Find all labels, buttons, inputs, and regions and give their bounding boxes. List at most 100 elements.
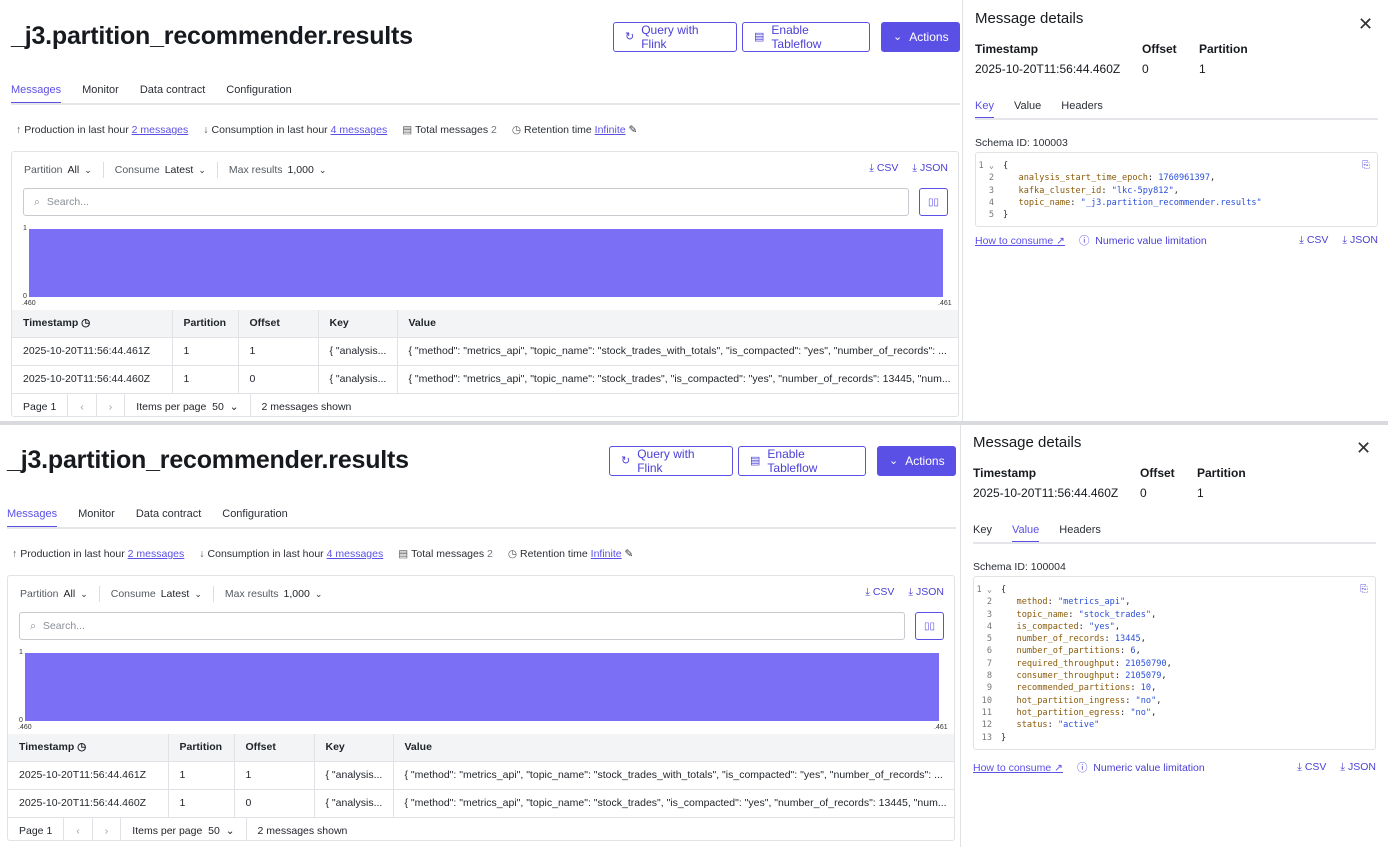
search-input[interactable]: ⌕ Search...: [23, 188, 909, 216]
download-icon: ⤓: [908, 586, 914, 598]
query-with-flink-label: Query with Flink: [637, 447, 695, 475]
edit-icon[interactable]: ✎: [629, 124, 638, 136]
details-json-button[interactable]: ⤓ JSON: [1340, 761, 1376, 774]
consumption-link[interactable]: 4 messages: [327, 548, 384, 560]
messages-histogram: 1 0 .460 .461: [12, 222, 958, 310]
export-json-button[interactable]: ⤓ JSON: [908, 586, 944, 599]
search-icon: ⌕: [34, 195, 40, 208]
enable-tableflow-button[interactable]: ▤ Enable Tableflow: [742, 22, 870, 52]
search-input[interactable]: ⌕ Search...: [19, 612, 905, 640]
code-line: 9 recommended_partitions: 10,: [974, 682, 1375, 694]
consume-filter[interactable]: Consume Latest ⌄: [111, 588, 202, 600]
copy-icon[interactable]: ⎘: [1360, 584, 1368, 596]
consume-filter[interactable]: Consume Latest ⌄: [115, 164, 206, 176]
column-header-key: Key: [318, 310, 398, 337]
query-with-flink-button[interactable]: ↻ Query with Flink: [613, 22, 737, 52]
page-title: _j3.partition_recommender.results: [7, 446, 409, 474]
items-per-page-select[interactable]: Items per page 50 ⌄: [120, 818, 247, 840]
actions-button[interactable]: ⌄ Actions: [877, 446, 956, 476]
copy-icon[interactable]: ⎘: [1362, 160, 1370, 172]
actions-label: Actions: [909, 30, 949, 44]
json-comma: ,: [1161, 671, 1167, 682]
code-line: 5 number_of_records: 13445,: [974, 633, 1375, 645]
json-value: "active": [1057, 720, 1100, 731]
line-number: 1 ⌄: [976, 585, 992, 595]
partition-cell: 1: [168, 788, 235, 817]
partition-filter[interactable]: Partition All ⌄: [20, 588, 88, 600]
actions-button[interactable]: ⌄ Actions: [881, 22, 960, 52]
query-with-flink-label: Query with Flink: [641, 23, 699, 51]
filter-divider: [216, 162, 218, 178]
message-details-panel: Message details ✕ Timestamp Offset Parti…: [962, 0, 1388, 424]
export-json-button[interactable]: ⤓ JSON: [912, 162, 948, 175]
next-page-button[interactable]: ›: [97, 394, 125, 416]
details-csv-button[interactable]: ⤓ CSV: [1297, 761, 1326, 774]
how-to-consume-link[interactable]: How to consume ↗: [973, 762, 1063, 774]
prev-page-button[interactable]: ‹: [64, 818, 93, 840]
tab-value[interactable]: Value: [1014, 100, 1041, 112]
close-icon[interactable]: ✕: [1358, 14, 1373, 35]
line-number: 5: [986, 634, 992, 645]
production-stat: ↑ Production in last hour 2 messages: [12, 548, 185, 560]
columns-toggle-button[interactable]: ▯▯: [919, 188, 948, 216]
prev-page-button[interactable]: ‹: [68, 394, 97, 416]
production-link[interactable]: 2 messages: [128, 548, 185, 560]
numeric-limitation-link[interactable]: ⓘ Numeric value limitation: [1077, 760, 1205, 775]
items-per-page-select[interactable]: Items per page 50 ⌄: [124, 394, 251, 416]
tab-headers[interactable]: Headers: [1059, 524, 1101, 536]
production-link[interactable]: 2 messages: [132, 124, 189, 136]
json-brace: }: [1001, 732, 1007, 743]
enable-tableflow-button[interactable]: ▤ Enable Tableflow: [738, 446, 866, 476]
next-page-button[interactable]: ›: [93, 818, 121, 840]
code-line: 3 kafka_cluster_id: "lkc-5py812",: [976, 185, 1377, 197]
query-with-flink-button[interactable]: ↻ Query with Flink: [609, 446, 733, 476]
table-row[interactable]: 2025-10-20T11:56:44.461Z 1 1 { "analysis…: [8, 760, 954, 789]
how-to-consume-link[interactable]: How to consume ↗: [975, 235, 1065, 247]
retention-stat: ◷ Retention time Infinite ✎: [511, 124, 638, 136]
columns-toggle-button[interactable]: ▯▯: [915, 612, 944, 640]
table-row[interactable]: 2025-10-20T11:56:44.461Z 1 1 { "analysis…: [12, 336, 958, 365]
value-cell: { "method": "metrics_api", "topic_name":…: [393, 788, 954, 817]
json-lines: 1 ⌄{2 method: "metrics_api", 3 topic_name…: [974, 584, 1375, 744]
value-cell: { "method": "metrics_api", "topic_name":…: [397, 364, 958, 393]
table-row[interactable]: 2025-10-20T11:56:44.460Z 1 0 { "analysis…: [12, 364, 958, 393]
edit-icon[interactable]: ✎: [625, 548, 634, 560]
tab-value[interactable]: Value: [1011, 524, 1040, 544]
max-results-filter[interactable]: Max results 1,000 ⌄: [229, 164, 327, 176]
table-row[interactable]: 2025-10-20T11:56:44.460Z 1 0 { "analysis…: [8, 788, 954, 817]
export-csv-button[interactable]: ⤓ CSV: [869, 162, 898, 175]
histogram-bar[interactable]: [25, 653, 939, 721]
column-header-timestamp[interactable]: Timestamp ◷: [8, 734, 169, 761]
partition-filter[interactable]: Partition All ⌄: [24, 164, 92, 176]
histogram-bar[interactable]: [29, 229, 943, 297]
json-viewer: ⎘ 1 ⌄ {2 analysis_start_time_epoch: 17609…: [975, 152, 1378, 228]
schema-id: Schema ID: 100003: [975, 137, 1068, 149]
close-icon[interactable]: ✕: [1356, 438, 1371, 459]
tab-headers[interactable]: Headers: [1061, 100, 1103, 112]
consumption-link[interactable]: 4 messages: [331, 124, 388, 136]
consumption-stat: ↓ Consumption in last hour 4 messages: [199, 548, 384, 560]
line-number: 1 ⌄: [978, 161, 994, 171]
timestamp-cell: 2025-10-20T11:56:44.460Z: [12, 364, 173, 393]
retention-link[interactable]: Infinite: [591, 548, 622, 560]
max-results-filter[interactable]: Max results 1,000 ⌄: [225, 588, 323, 600]
column-header-offset: Offset: [238, 310, 319, 337]
json-value: "no": [1130, 707, 1152, 718]
column-header-timestamp[interactable]: Timestamp ◷: [12, 310, 173, 337]
json-colon: :: [1104, 634, 1115, 645]
details-csv-button[interactable]: ⤓ CSV: [1299, 234, 1328, 247]
export-csv-button[interactable]: ⤓ CSV: [865, 586, 894, 599]
json-key: recommended_partitions: [1016, 683, 1131, 694]
retention-link[interactable]: Infinite: [595, 124, 626, 136]
numeric-limitation-link[interactable]: ⓘ Numeric value limitation: [1079, 233, 1207, 248]
pagination: Page 1 ‹ › Items per page 50 ⌄ 2 message…: [12, 393, 958, 416]
production-stat: ↑ Production in last hour 2 messages: [16, 124, 189, 136]
json-key: consumer_throughput: [1016, 671, 1115, 682]
tab-key[interactable]: Key: [973, 524, 992, 536]
tab-key[interactable]: Key: [975, 100, 994, 120]
page-title: _j3.partition_recommender.results: [11, 22, 413, 50]
details-json-button[interactable]: ⤓ JSON: [1342, 234, 1378, 247]
